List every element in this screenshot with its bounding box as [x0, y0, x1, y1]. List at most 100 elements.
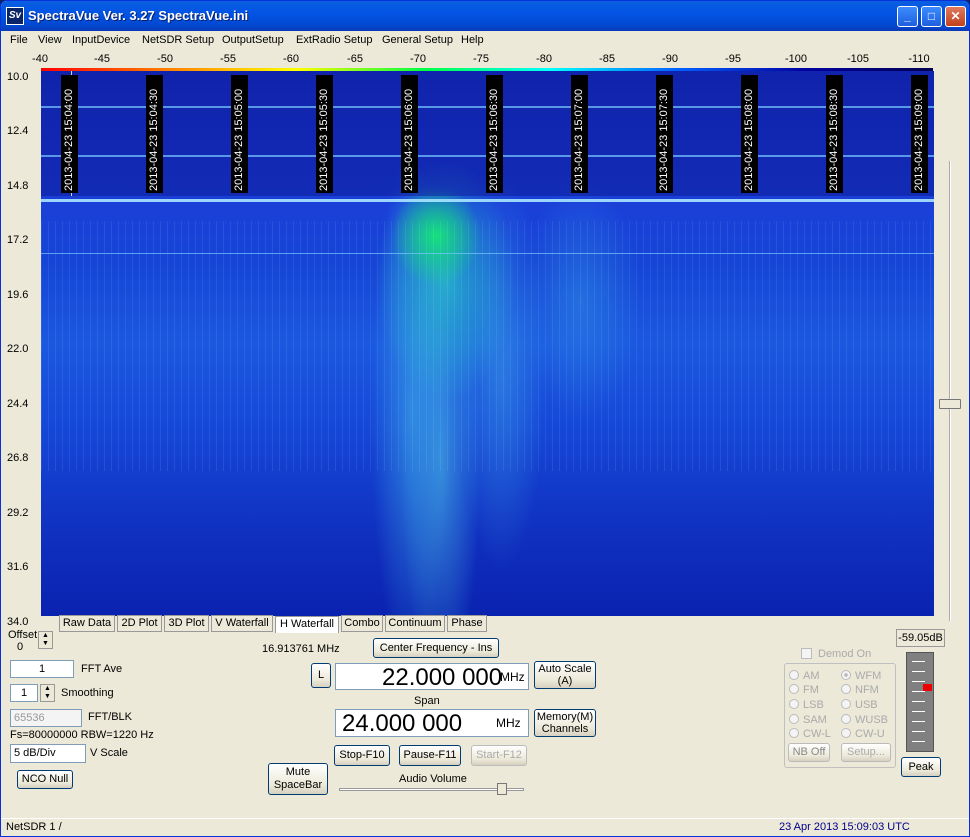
memory-channels-button[interactable]: Memory(M) Channels: [534, 709, 596, 737]
span-unit: MHz: [496, 716, 521, 730]
tab-phase[interactable]: Phase: [447, 615, 487, 632]
l-button[interactable]: L: [311, 663, 331, 688]
radio-wfm[interactable]: WFM: [841, 670, 881, 682]
vertical-slider-thumb[interactable]: [939, 399, 961, 409]
tab-3d-plot[interactable]: 3D Plot: [164, 615, 209, 632]
menu-view[interactable]: View: [38, 34, 62, 46]
tab-continuum[interactable]: Continuum: [385, 615, 445, 632]
axis-label: 31.6: [7, 561, 29, 573]
timestamp-label: 2013-04-23 15:09:00: [911, 75, 928, 193]
audio-volume-label: Audio Volume: [399, 773, 467, 785]
fft-blk-select[interactable]: 65536: [10, 709, 82, 727]
title-bar[interactable]: Sv SpectraVue Ver. 3.27 SpectraVue.ini _…: [1, 1, 969, 31]
scale-label: -40: [32, 53, 48, 65]
menu-file[interactable]: File: [10, 34, 28, 46]
fft-ave-label: FFT Ave: [81, 663, 123, 675]
radio-fm[interactable]: FM: [789, 684, 819, 696]
tab-v-waterfall[interactable]: V Waterfall: [211, 615, 273, 632]
center-frequency-display[interactable]: 22.000 000 MHz: [335, 663, 529, 691]
scale-label: -65: [347, 53, 363, 65]
radio-cw-l[interactable]: CW-L: [789, 728, 831, 740]
signal-band: [41, 199, 934, 202]
radio-am[interactable]: AM: [789, 670, 820, 682]
offset-value: 0: [17, 641, 24, 653]
fft-blk-label: FFT/BLK: [88, 711, 133, 723]
menu-inputdevice[interactable]: InputDevice: [72, 34, 130, 46]
scale-label: -45: [94, 53, 110, 65]
radio-lsb[interactable]: LSB: [789, 699, 824, 711]
menu-help[interactable]: Help: [461, 34, 484, 46]
demod-mode-group: AM FM LSB SAM CW-L WFM NFM USB WUSB CW-U…: [784, 663, 896, 768]
timestamp-label: 2013-04-23 15:08:00: [741, 75, 758, 193]
span-label: Span: [414, 695, 440, 707]
axis-label: 12.4: [7, 125, 29, 137]
demod-on-label: Demod On: [818, 648, 872, 660]
scale-label: -60: [283, 53, 299, 65]
span-display[interactable]: 24.000 000 MHz: [335, 709, 529, 737]
nco-null-button[interactable]: NCO Null: [17, 770, 73, 789]
peak-button[interactable]: Peak: [901, 757, 941, 777]
vscale-label: V Scale: [90, 747, 128, 759]
menu-extradio-setup[interactable]: ExtRadio Setup: [296, 34, 372, 46]
axis-label: 24.4: [7, 398, 29, 410]
tab-raw-data[interactable]: Raw Data: [59, 615, 115, 632]
menu-netsdr-setup[interactable]: NetSDR Setup: [142, 34, 214, 46]
auto-scale-button[interactable]: Auto Scale (A): [534, 661, 596, 689]
status-bar: NetSDR 1 / 23 Apr 2013 15:09:03 UTC: [1, 818, 969, 836]
status-device: NetSDR 1 /: [6, 821, 62, 833]
offset-label: Offset: [8, 629, 38, 641]
scale-label: -90: [662, 53, 678, 65]
tab-h-waterfall[interactable]: H Waterfall: [275, 616, 339, 633]
pause-button[interactable]: Pause-F11: [399, 745, 461, 766]
demod-on-checkbox[interactable]: [801, 648, 812, 659]
axis-label: 19.6: [7, 289, 29, 301]
radio-usb[interactable]: USB: [841, 699, 878, 711]
maximize-button[interactable]: □: [921, 6, 942, 27]
smoothing-input[interactable]: 1: [10, 684, 38, 702]
scale-label: -70: [410, 53, 426, 65]
tab-combo[interactable]: Combo: [341, 615, 383, 632]
waterfall-display[interactable]: 2013-04-23 15:04:00 2013-04-23 15:04:30 …: [41, 71, 934, 616]
scale-label: -50: [157, 53, 173, 65]
scale-label: -85: [599, 53, 615, 65]
radio-sam[interactable]: SAM: [789, 714, 827, 726]
demod-setup-button[interactable]: Setup...: [841, 743, 891, 762]
axis-label: 10.0: [7, 71, 29, 83]
axis-label: 29.2: [7, 507, 29, 519]
amplitude-scale: -40 -45 -50 -55 -60 -65 -70 -75 -80 -85 …: [1, 51, 969, 67]
start-button[interactable]: Start-F12: [471, 745, 527, 766]
frequency-axis: 10.0 12.4 14.8 17.2 19.6 22.0 24.4 26.8 …: [1, 67, 41, 628]
fft-ave-input[interactable]: 1: [10, 660, 74, 678]
smoothing-spinner[interactable]: ▲ ▼: [40, 684, 55, 702]
stop-button[interactable]: Stop-F10: [334, 745, 390, 766]
scale-label: -80: [536, 53, 552, 65]
smoothing-label: Smoothing: [61, 687, 114, 699]
radio-nfm[interactable]: NFM: [841, 684, 879, 696]
audio-volume-slider[interactable]: [496, 783, 507, 795]
menu-bar: File View InputDevice NetSDR Setup Outpu…: [1, 31, 969, 50]
scale-label: -75: [473, 53, 489, 65]
menu-general-setup[interactable]: General Setup: [382, 34, 453, 46]
minimize-button[interactable]: _: [897, 6, 918, 27]
radio-cw-u[interactable]: CW-U: [841, 728, 885, 740]
timestamp-label: 2013-04-23 15:07:00: [571, 75, 588, 193]
timestamp-label: 2013-04-23 15:05:00: [231, 75, 248, 193]
menu-outputsetup[interactable]: OutputSetup: [222, 34, 284, 46]
center-frequency-value: 22.000 000: [382, 664, 503, 691]
axis-label: 17.2: [7, 234, 29, 246]
radio-wusb[interactable]: WUSB: [841, 714, 888, 726]
axis-label: 22.0: [7, 343, 29, 355]
nb-off-button[interactable]: NB Off: [788, 743, 830, 762]
vscale-select[interactable]: 5 dB/Div: [10, 744, 86, 763]
mute-button[interactable]: Mute SpaceBar: [268, 763, 328, 795]
timestamp-label: 2013-04-23 15:04:30: [146, 75, 163, 193]
axis-label: 14.8: [7, 180, 29, 192]
span-value: 24.000 000: [342, 710, 463, 737]
vertical-slider-track: [949, 161, 951, 621]
center-frequency-button[interactable]: Center Frequency - Ins: [373, 638, 499, 658]
close-button[interactable]: ✕: [945, 6, 966, 27]
offset-spinner[interactable]: ▲ ▼: [38, 631, 53, 649]
timestamp-label: 2013-04-23 15:05:30: [316, 75, 333, 193]
tab-2d-plot[interactable]: 2D Plot: [117, 615, 162, 632]
timestamp-label: 2013-04-23 15:04:00: [61, 75, 78, 193]
